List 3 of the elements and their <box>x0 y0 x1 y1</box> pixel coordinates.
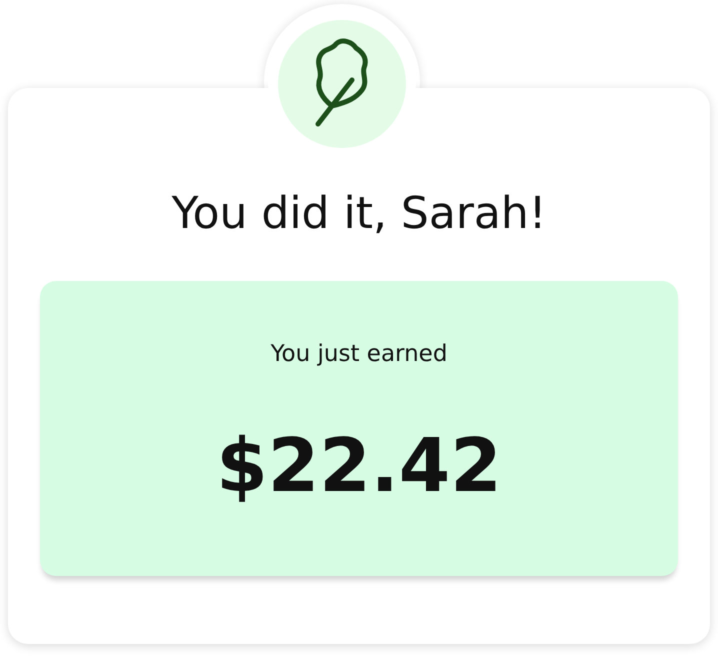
earnings-amount: $22.42 <box>216 429 502 504</box>
earnings-label: You just earned <box>270 340 448 369</box>
heading: You did it, Sarah! <box>170 188 548 241</box>
